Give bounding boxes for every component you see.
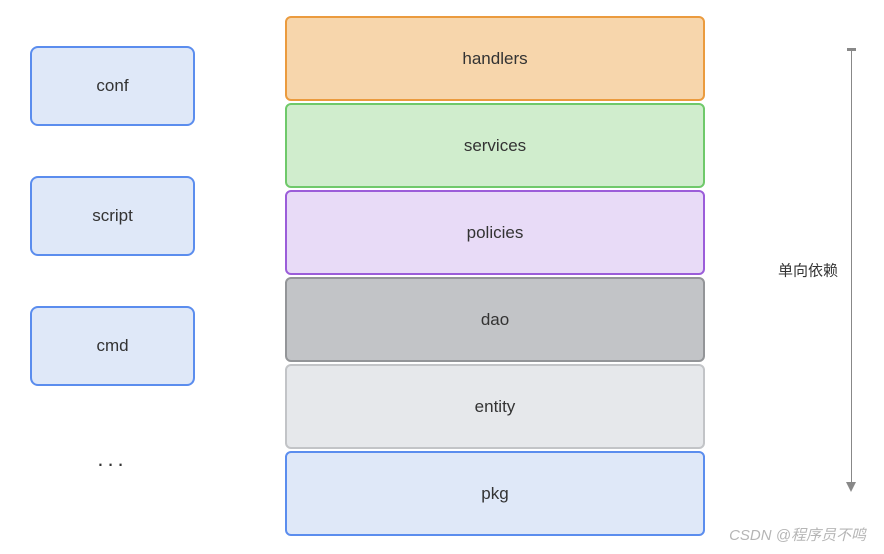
arrow-label: 单向依赖 <box>778 260 838 281</box>
layer-handlers-label: handlers <box>462 49 527 69</box>
box-cmd: cmd <box>30 306 195 386</box>
layer-policies: policies <box>285 190 705 275</box>
layer-pkg: pkg <box>285 451 705 536</box>
box-script: script <box>30 176 195 256</box>
layer-services-label: services <box>464 136 526 156</box>
layer-policies-label: policies <box>467 223 524 243</box>
layer-pkg-label: pkg <box>481 484 508 504</box>
box-cmd-label: cmd <box>96 336 128 356</box>
layer-entity: entity <box>285 364 705 449</box>
box-conf-label: conf <box>96 76 128 96</box>
layer-dao-label: dao <box>481 310 509 330</box>
layers-column: handlers services policies dao entity pk… <box>285 16 705 538</box>
ellipsis-label: ... <box>30 446 195 472</box>
box-script-label: script <box>92 206 133 226</box>
box-conf: conf <box>30 46 195 126</box>
layer-services: services <box>285 103 705 188</box>
layer-dao: dao <box>285 277 705 362</box>
layer-handlers: handlers <box>285 16 705 101</box>
layer-entity-label: entity <box>475 397 516 417</box>
left-column: conf script cmd ... <box>30 16 195 538</box>
watermark-text: CSDN @程序员不鸣 <box>729 524 866 545</box>
diagram-container: conf script cmd ... handlers services po… <box>0 0 884 554</box>
dependency-arrow: 单向依赖 <box>851 50 852 490</box>
arrow-line-icon <box>851 50 852 490</box>
